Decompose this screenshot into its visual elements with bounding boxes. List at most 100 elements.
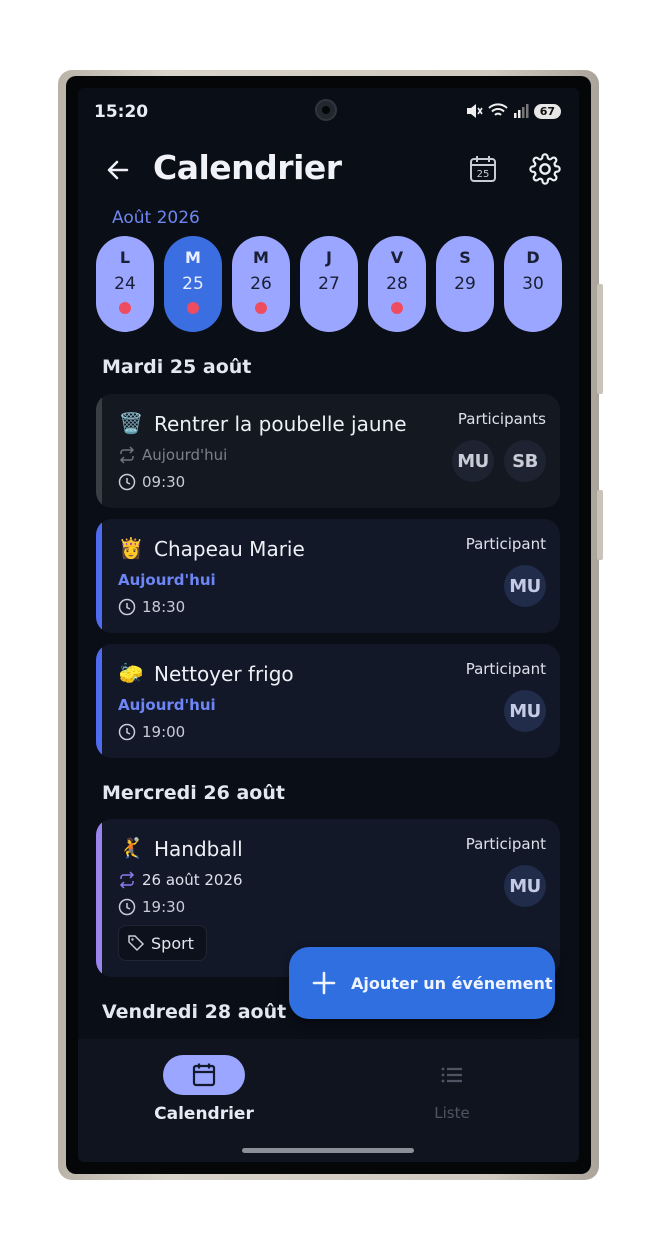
event-color-bar [96,644,102,758]
event-recurrence: 26 août 2026 [118,871,243,889]
nav-calendar-pill [163,1055,245,1095]
princess-icon: 👸 [118,536,144,560]
day-letter: M [185,248,201,267]
avatar: MU [504,865,546,907]
clock-icon [118,473,136,491]
battery-indicator: 67 [533,103,561,119]
section-header: Mercredi 26 août [102,782,285,804]
category-tag: Sport [118,925,207,961]
day-pill[interactable]: M 26 [232,236,290,332]
clock-icon [118,723,136,741]
event-color-bar [96,819,102,977]
tag-icon [128,935,145,952]
day-number: 24 [114,274,136,294]
event-title: Rentrer la poubelle jaune [154,412,407,436]
front-camera [315,99,337,121]
day-pill[interactable]: V 28 [368,236,426,332]
nav-list-label: Liste [434,1104,470,1122]
time-text: 18:30 [142,598,186,616]
event-time: 19:30 [118,898,185,916]
day-letter: S [459,248,471,267]
section-header: Vendredi 28 août [102,1001,287,1023]
repeat-icon [119,446,135,464]
day-letter: D [526,248,540,267]
participants: MU [504,865,546,907]
event-date: Aujourd'hui [118,696,216,714]
power-button [597,284,603,394]
participants-label: Participant [465,660,546,678]
gear-icon[interactable] [529,153,561,185]
day-letter: M [253,248,269,267]
event-dot [187,302,199,314]
time-text: 09:30 [142,473,186,491]
event-title: Chapeau Marie [154,537,305,561]
recurrence-text: 26 août 2026 [142,871,243,889]
day-number: 28 [386,274,408,294]
clock-icon [118,598,136,616]
event-time: 09:30 [118,473,185,491]
participants: MU [504,565,546,607]
event-color-bar [96,394,102,508]
screen: 15:20 67 Calendrier 25 Août 2026 L 24 M … [78,88,579,1162]
nav-list-pill [411,1055,493,1095]
event-dot [119,302,131,314]
participants-label: Participants [457,410,546,428]
event-dot [255,302,267,314]
event-card[interactable]: 🗑️ Rentrer la poubelle jaune Aujourd'hui… [96,394,560,508]
nav-calendar[interactable]: Calendrier [104,1055,304,1124]
app-bar: Calendrier 25 [78,146,579,194]
avatar: SB [504,440,546,482]
repeat-icon [119,871,135,889]
status-icons: 67 [465,103,561,119]
day-pill-selected[interactable]: M 25 [164,236,222,332]
signal-icon [513,104,529,118]
participants: MU [504,690,546,732]
mute-icon [466,104,483,118]
trash-icon: 🗑️ [118,411,144,435]
add-event-button[interactable]: Ajouter un événement [289,947,555,1019]
status-time: 15:20 [94,102,149,122]
nav-calendar-label: Calendrier [154,1104,254,1124]
wifi-icon [487,103,508,116]
event-date: Aujourd'hui [118,571,216,589]
nav-list[interactable]: Liste [352,1055,552,1122]
avatar: MU [504,690,546,732]
back-arrow-icon[interactable] [104,156,132,184]
day-number: 30 [522,274,544,294]
day-letter: L [119,248,131,267]
avatar: MU [504,565,546,607]
avatar: MU [452,440,494,482]
event-time: 19:00 [118,723,185,741]
home-indicator[interactable] [242,1148,414,1153]
day-letter: V [390,248,404,267]
day-number: 27 [318,274,340,294]
add-event-label: Ajouter un événement [351,973,553,993]
time-text: 19:30 [142,898,186,916]
day-number: 25 [182,274,204,294]
day-pill[interactable]: S 29 [436,236,494,332]
list-icon [441,1067,462,1083]
tag-label: Sport [151,933,194,953]
day-pill[interactable]: D 30 [504,236,562,332]
event-card[interactable]: 🧽 Nettoyer frigo Aujourd'hui 19:00 Parti… [96,644,560,758]
event-card[interactable]: 👸 Chapeau Marie Aujourd'hui 18:30 Partic… [96,519,560,633]
day-pill[interactable]: L 24 [96,236,154,332]
clock-icon [118,898,136,916]
sponge-icon: 🧽 [118,661,144,685]
event-title: Nettoyer frigo [154,662,294,686]
day-number: 29 [454,274,476,294]
bottom-navigation: Calendrier Liste [78,1039,579,1162]
calendar-icon [192,1063,216,1087]
event-recurrence: Aujourd'hui [118,446,227,464]
calendar-today-icon[interactable]: 25 [468,154,498,184]
day-letter: J [326,248,332,267]
day-pill[interactable]: J 27 [300,236,358,332]
calendar-today-number: 25 [477,169,490,180]
recurrence-text: Aujourd'hui [142,446,228,464]
event-dot [391,302,403,314]
day-number: 26 [250,274,272,294]
event-title: Handball [154,837,243,861]
participants-label: Participant [465,835,546,853]
participants-label: Participant [465,535,546,553]
page-title: Calendrier [153,148,342,187]
